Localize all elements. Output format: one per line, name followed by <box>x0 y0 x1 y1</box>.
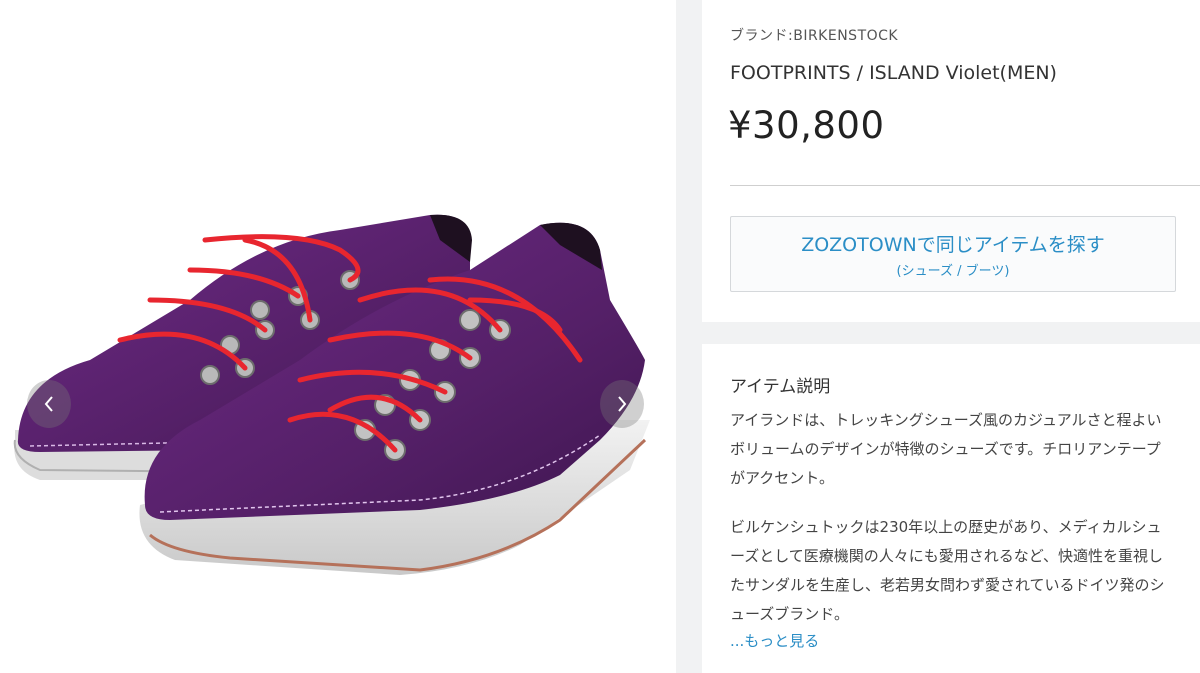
brand-label[interactable]: ブランド:BIRKENSTOCK <box>730 25 898 45</box>
zozotown-search-button[interactable]: ZOZOTOWNで同じアイテムを探す (シューズ / ブーツ) <box>730 216 1176 292</box>
divider <box>730 185 1200 186</box>
column-gutter <box>676 0 702 673</box>
product-info-card: ブランド:BIRKENSTOCK FOOTPRINTS / ISLAND Vio… <box>702 0 1200 322</box>
chevron-right-icon <box>618 396 627 412</box>
gallery-next-button[interactable] <box>600 380 644 428</box>
product-image-gallery <box>0 0 676 673</box>
chevron-left-icon <box>44 396 53 412</box>
product-page: ブランド:BIRKENSTOCK FOOTPRINTS / ISLAND Vio… <box>0 0 1200 673</box>
show-more-link[interactable]: ...もっと見る <box>730 630 819 651</box>
description-paragraph: ビルケンシュトックは230年以上の歴史があり、メディカルシューズとして医療機関の… <box>730 518 1165 623</box>
gallery-prev-button[interactable] <box>27 380 71 428</box>
product-photo-shoes <box>13 214 650 575</box>
description-heading: アイテム説明 <box>730 377 831 397</box>
description-paragraph: アイランドは、トレッキングシューズ風のカジュアルさと程よいボリュームのデザインが… <box>730 411 1162 487</box>
product-title: FOOTPRINTS / ISLAND Violet(MEN) <box>730 62 1057 84</box>
product-price: ¥30,800 <box>728 104 885 147</box>
zozotown-search-label: ZOZOTOWNで同じアイテムを探す <box>801 234 1105 256</box>
item-description-card: アイテム説明 アイランドは、トレッキングシューズ風のカジュアルさと程よいボリュー… <box>702 344 1200 673</box>
zozotown-category-label: (シューズ / ブーツ) <box>896 264 1010 279</box>
